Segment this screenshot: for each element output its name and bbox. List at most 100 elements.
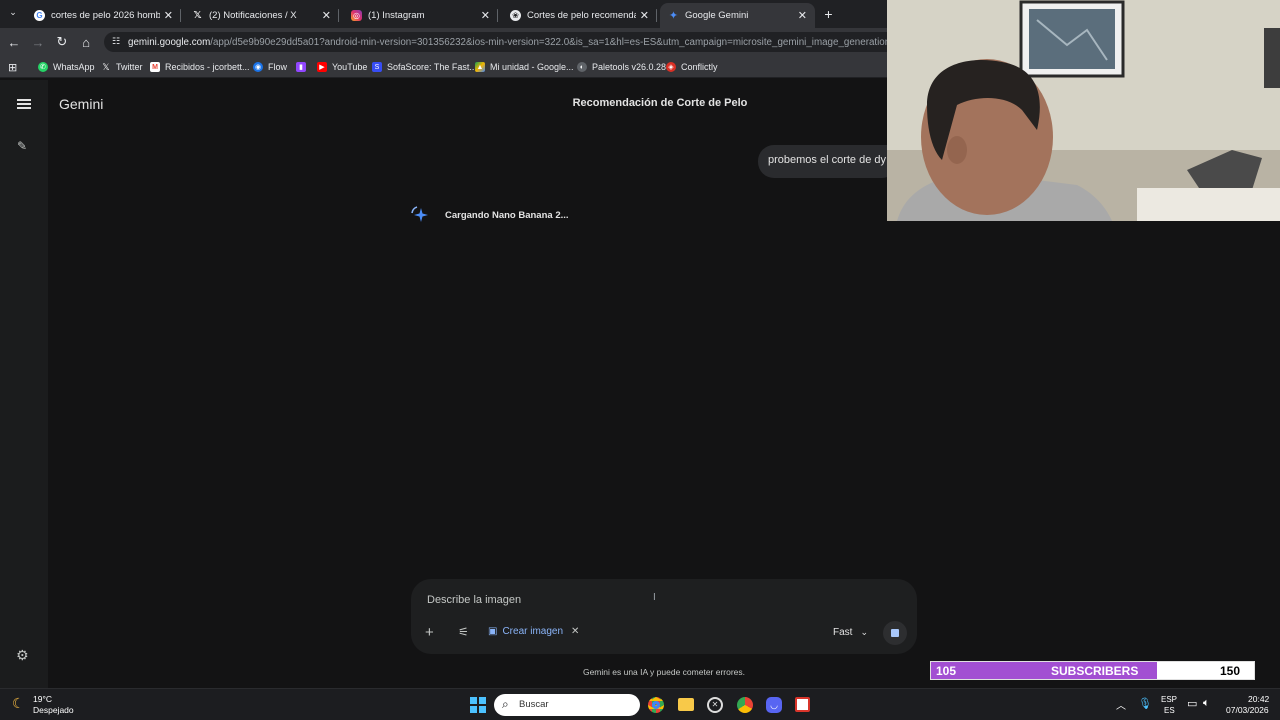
tab-notificaciones-x[interactable]: 𝕏 (2) Notificaciones / X ✕	[184, 3, 339, 28]
show-hidden-icons[interactable]: ︿	[1116, 697, 1126, 712]
discord-icon[interactable]: ◡	[766, 697, 782, 713]
gmail-icon: M	[150, 62, 160, 72]
file-explorer-icon[interactable]	[678, 698, 694, 711]
back-button[interactable]: ←	[6, 34, 22, 50]
subscriber-current: 105	[936, 664, 957, 678]
close-icon[interactable]: ✕	[164, 9, 173, 22]
close-icon[interactable]: ✕	[322, 9, 331, 22]
new-tab-button[interactable]: +	[820, 6, 837, 23]
chip-label: Crear imagen	[502, 626, 564, 637]
tab-cortes-recomendados[interactable]: ❀ Cortes de pelo recomendados ✕	[502, 3, 657, 28]
volume-icon[interactable]: 🔈︎	[1203, 697, 1210, 710]
remove-chip-icon[interactable]: ✕	[571, 626, 579, 637]
webcam-feed	[887, 0, 1280, 221]
side-rail: ✎ ⚙	[0, 80, 48, 688]
bookmark-sofascore[interactable]: S SofaScore: The Fast...	[372, 60, 477, 74]
chatgpt-icon: ❀	[510, 10, 521, 21]
text-cursor-icon: I	[653, 592, 656, 603]
url-path: /app/d5e9b90e29dd5a01?android-min-versio…	[210, 36, 904, 48]
user-message-text: probemos el corte de dy	[768, 154, 887, 166]
tools-icon[interactable]: ⚟	[458, 625, 469, 639]
close-icon[interactable]: ✕	[798, 9, 807, 22]
clock-date[interactable]: 07/03/2026	[1226, 705, 1269, 715]
weather-icon[interactable]: ☾	[12, 695, 25, 712]
menu-icon[interactable]	[17, 97, 31, 111]
youtube-icon: ▶	[317, 62, 327, 72]
whatsapp-icon: ✆	[38, 62, 48, 72]
tab-label: (1) Instagram	[368, 10, 425, 21]
webcam-overlay	[887, 0, 1280, 221]
address-bar[interactable]: ☷ gemini.google.com/app/d5e9b90e29dd5a01…	[104, 32, 904, 52]
language-top[interactable]: ESP	[1161, 695, 1177, 704]
bookmark-youtube[interactable]: ▶ YouTube	[317, 60, 367, 74]
gemini-brand[interactable]: Gemini	[59, 96, 103, 112]
subscriber-goal: 150	[1219, 664, 1240, 678]
chevron-down-icon: ⌄	[860, 627, 868, 637]
clock-time[interactable]: 20:42	[1248, 694, 1269, 704]
tab-instagram[interactable]: ◎ (1) Instagram ✕	[343, 3, 498, 28]
bookmark-label: Recibidos - jcorbett...	[165, 62, 250, 72]
taskbar-search[interactable]: ⌕ Buscar	[494, 694, 640, 716]
bookmark-twitter[interactable]: 𝕏 Twitter	[101, 60, 143, 74]
subscriber-goal-bar: 105 SUBSCRIBERS 150	[930, 661, 1255, 680]
new-chat-icon[interactable]: ✎	[17, 139, 31, 153]
settings-icon[interactable]: ⚙	[16, 647, 32, 663]
user-message-bubble: probemos el corte de dy	[758, 145, 898, 178]
prompt-composer: Describe la imagen I + ⚟ ▣ Crear imagen …	[411, 579, 917, 654]
apps-icon[interactable]: ⊞	[8, 60, 17, 74]
stop-button[interactable]	[883, 621, 907, 645]
home-button[interactable]: ⌂	[78, 34, 94, 50]
bookmark-label: Twitter	[116, 62, 143, 72]
bookmark-label: WhatsApp	[53, 62, 95, 72]
tab-search-button[interactable]: ⌄	[6, 7, 20, 21]
chrome-taskbar-icon[interactable]	[648, 697, 664, 713]
bookmark-paletools[interactable]: ◐ Paletools v26.0.28	[577, 60, 666, 74]
search-icon: ⌕	[502, 697, 509, 711]
flow-icon: ◉	[253, 62, 263, 72]
start-button[interactable]	[470, 697, 486, 713]
add-icon[interactable]: +	[425, 624, 434, 641]
model-label: Fast	[833, 627, 853, 638]
conversation-title[interactable]: Recomendación de Corte de Pelo	[560, 97, 760, 109]
bookmark-label: SofaScore: The Fast...	[387, 62, 477, 72]
microphone-icon[interactable]: 🎙	[1138, 697, 1152, 710]
bookmark-recibidos[interactable]: M Recibidos - jcorbett...	[150, 60, 250, 74]
weather-temp[interactable]: 19°C	[33, 694, 52, 704]
search-placeholder: Buscar	[519, 699, 549, 710]
bookmark-mi-unidad[interactable]: ▲ Mi unidad - Google...	[475, 60, 574, 74]
chrome-second-icon[interactable]	[737, 697, 753, 713]
tab-google-gemini[interactable]: ✦ Google Gemini ✕	[660, 3, 815, 28]
sofascore-icon: S	[372, 62, 382, 72]
twitch-icon: ▮	[296, 62, 306, 72]
language-bottom[interactable]: ES	[1164, 706, 1175, 715]
xbox-icon[interactable]: ✕	[707, 697, 723, 713]
site-info-icon[interactable]: ☷	[112, 36, 120, 47]
tab-label: Cortes de pelo recomendados	[527, 10, 636, 21]
bookmark-conflictly[interactable]: ◈ Conflictly	[666, 60, 718, 74]
bookmark-label: YouTube	[332, 62, 368, 72]
bookmark-twitch[interactable]: ▮	[296, 60, 311, 74]
close-icon[interactable]: ✕	[640, 9, 649, 22]
tab-label: cortes de pelo 2026 hombres -	[51, 10, 160, 21]
url-host: gemini.google.com	[128, 36, 211, 48]
model-selector[interactable]: Fast ⌄	[833, 627, 868, 638]
reload-button[interactable]: ↻	[54, 34, 70, 50]
google-icon: G	[34, 10, 45, 21]
drive-icon: ▲	[475, 62, 485, 72]
bookmark-label: Mi unidad - Google...	[490, 62, 574, 72]
forward-button[interactable]: →	[30, 34, 46, 50]
crear-imagen-chip[interactable]: ▣ Crear imagen ✕	[488, 626, 579, 637]
paletools-icon: ◐	[577, 62, 587, 72]
loading-status: Cargando Nano Banana 2...	[445, 210, 569, 221]
disclaimer: Gemini es una IA y puede cometer errores…	[582, 667, 746, 677]
prompt-input[interactable]: Describe la imagen	[427, 594, 897, 606]
x-icon: 𝕏	[193, 10, 202, 21]
network-icon[interactable]: ▭	[1187, 697, 1197, 710]
close-icon[interactable]: ✕	[481, 9, 490, 22]
weather-desc[interactable]: Despejado	[33, 705, 74, 715]
snipping-tool-icon[interactable]	[795, 697, 810, 712]
bookmark-flow[interactable]: ◉ Flow	[253, 60, 287, 74]
x-icon: 𝕏	[102, 61, 110, 72]
tab-cortes-de-pelo[interactable]: G cortes de pelo 2026 hombres - ✕	[26, 3, 181, 28]
bookmark-whatsapp[interactable]: ✆ WhatsApp	[38, 60, 95, 74]
